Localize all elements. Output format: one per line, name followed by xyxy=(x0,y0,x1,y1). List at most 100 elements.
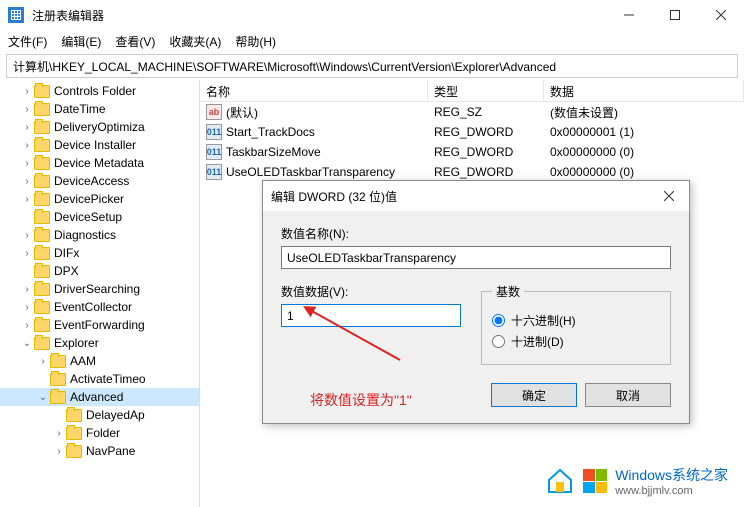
tree-item-folder[interactable]: ›Folder xyxy=(0,424,199,442)
value-name: UseOLEDTaskbarTransparency xyxy=(226,165,395,179)
tree-item-label: Advanced xyxy=(70,390,123,404)
tree-item-label: DeviceAccess xyxy=(54,174,129,188)
address-bar[interactable]: 计算机\HKEY_LOCAL_MACHINE\SOFTWARE\Microsof… xyxy=(6,54,738,78)
tree-twisty-icon[interactable]: › xyxy=(20,284,34,295)
tree-item-controls-folder[interactable]: ›Controls Folder xyxy=(0,82,199,100)
tree-item-device-installer[interactable]: ›Device Installer xyxy=(0,136,199,154)
folder-icon xyxy=(66,445,82,458)
value-type: REG_DWORD xyxy=(428,125,544,139)
maximize-button[interactable] xyxy=(652,0,698,30)
tree-twisty-icon[interactable]: › xyxy=(52,428,66,439)
radio-dec-input[interactable] xyxy=(492,335,505,348)
folder-icon xyxy=(50,373,66,386)
tree-twisty-icon[interactable]: › xyxy=(20,230,34,241)
tree-item-label: DevicePicker xyxy=(54,192,124,206)
list-row[interactable]: ab(默认) REG_SZ(数值未设置) xyxy=(200,102,744,122)
value-name: Start_TrackDocs xyxy=(226,125,315,139)
tree-twisty-icon[interactable]: › xyxy=(20,140,34,151)
tree-twisty-icon[interactable]: › xyxy=(20,104,34,115)
house-icon xyxy=(545,466,575,496)
tree-item-devicepicker[interactable]: › DevicePicker xyxy=(0,190,199,208)
tree-twisty-icon[interactable]: › xyxy=(36,356,50,367)
tree-item-datetime[interactable]: › DateTime xyxy=(0,100,199,118)
tree-item-label: DIFx xyxy=(54,246,79,260)
base-legend: 基数 xyxy=(492,283,524,300)
menu-edit[interactable]: 编辑(E) xyxy=(61,33,101,50)
tree-panel[interactable]: ›Controls Folder›DateTime›DeliveryOptimi… xyxy=(0,80,200,507)
tree-item-dpx[interactable]: DPX xyxy=(0,262,199,280)
ok-button[interactable]: 确定 xyxy=(491,383,577,407)
tree-item-advanced[interactable]: ⌄ Advanced xyxy=(0,388,199,406)
folder-icon xyxy=(50,355,66,368)
tree-item-label: Device Metadata xyxy=(54,156,144,170)
dialog-close-button[interactable] xyxy=(649,181,689,211)
tree-item-devicesetup[interactable]: DeviceSetup xyxy=(0,208,199,226)
tree-item-label: DPX xyxy=(54,264,79,278)
tree-item-device-metadata[interactable]: › Device Metadata xyxy=(0,154,199,172)
tree-item-label: DeliveryOptimiza xyxy=(54,120,145,134)
tree-item-deviceaccess[interactable]: › DeviceAccess xyxy=(0,172,199,190)
value-data: (数值未设置) xyxy=(544,104,744,121)
close-button[interactable] xyxy=(698,0,744,30)
value-type: REG_DWORD xyxy=(428,165,544,179)
folder-icon xyxy=(34,283,50,296)
tree-twisty-icon[interactable]: › xyxy=(20,320,34,331)
tree-item-activatetimeo[interactable]: ActivateTimeo xyxy=(0,370,199,388)
menu-favorites[interactable]: 收藏夹(A) xyxy=(169,33,221,50)
list-row[interactable]: 011UseOLEDTaskbarTransparencyREG_DWORD0x… xyxy=(200,162,744,182)
tree-item-label: DateTime xyxy=(54,102,106,116)
list-header: 名称 类型 数据 xyxy=(200,80,744,102)
dialog-titlebar[interactable]: 编辑 DWORD (32 位)值 xyxy=(263,181,689,211)
tree-item-driversearching[interactable]: ›DriverSearching xyxy=(0,280,199,298)
tree-item-eventcollector[interactable]: ›EventCollector xyxy=(0,298,199,316)
tree-twisty-icon[interactable]: › xyxy=(20,86,34,97)
tree-item-aam[interactable]: ›AAM xyxy=(0,352,199,370)
tree-item-explorer[interactable]: ⌄Explorer xyxy=(0,334,199,352)
radio-hex[interactable]: 十六进制(H) xyxy=(492,312,660,329)
tree-twisty-icon[interactable]: ⌄ xyxy=(20,338,34,349)
tree-twisty-icon[interactable]: › xyxy=(20,302,34,313)
radio-dec[interactable]: 十进制(D) xyxy=(492,333,660,350)
tree-item-deliveryoptimiza[interactable]: › DeliveryOptimiza xyxy=(0,118,199,136)
tree-item-difx[interactable]: › DIFx xyxy=(0,244,199,262)
value-type: REG_SZ xyxy=(428,105,544,119)
tree-item-delayedap[interactable]: DelayedAp xyxy=(0,406,199,424)
tree-twisty-icon[interactable]: › xyxy=(20,122,34,133)
list-row[interactable]: 011TaskbarSizeMoveREG_DWORD0x00000000 (0… xyxy=(200,142,744,162)
folder-icon xyxy=(34,247,50,260)
tree-item-diagnostics[interactable]: ›Diagnostics xyxy=(0,226,199,244)
tree-twisty-icon[interactable]: › xyxy=(20,176,34,187)
tree-twisty-icon[interactable]: › xyxy=(20,194,34,205)
folder-icon xyxy=(34,301,50,314)
folder-icon xyxy=(50,391,66,404)
value-data: 0x00000001 (1) xyxy=(544,125,744,139)
header-type[interactable]: 类型 xyxy=(428,80,544,101)
menu-file[interactable]: 文件(F) xyxy=(8,33,47,50)
tree-item-label: ActivateTimeo xyxy=(70,372,146,386)
tree-twisty-icon[interactable]: › xyxy=(20,158,34,169)
tree-twisty-icon[interactable]: › xyxy=(52,446,66,457)
address-text: 计算机\HKEY_LOCAL_MACHINE\SOFTWARE\Microsof… xyxy=(13,58,556,75)
tree-item-navpane[interactable]: ›NavPane xyxy=(0,442,199,460)
menu-help[interactable]: 帮助(H) xyxy=(235,33,276,50)
dword-value-icon: 011 xyxy=(206,164,222,180)
tree-twisty-icon[interactable]: ⌄ xyxy=(36,392,50,403)
string-value-icon: ab xyxy=(206,104,222,120)
watermark: Windows系统之家 www.bjjmlv.com xyxy=(537,461,736,501)
header-data[interactable]: 数据 xyxy=(544,80,744,101)
list-row[interactable]: 011Start_TrackDocsREG_DWORD0x00000001 (1… xyxy=(200,122,744,142)
radio-dec-label: 十进制(D) xyxy=(511,333,564,350)
folder-icon xyxy=(34,193,50,206)
value-data-input[interactable] xyxy=(281,304,461,327)
tree-twisty-icon[interactable]: › xyxy=(20,248,34,259)
tree-item-eventforwarding[interactable]: › EventForwarding xyxy=(0,316,199,334)
header-name[interactable]: 名称 xyxy=(200,80,428,101)
watermark-brand: Windows系统之家 xyxy=(615,465,728,485)
value-name-label: 数值名称(N): xyxy=(281,225,671,242)
menu-view[interactable]: 查看(V) xyxy=(115,33,155,50)
minimize-button[interactable] xyxy=(606,0,652,30)
cancel-button[interactable]: 取消 xyxy=(585,383,671,407)
radio-hex-input[interactable] xyxy=(492,314,505,327)
tree-item-label: EventForwarding xyxy=(54,318,145,332)
value-name: (默认) xyxy=(226,104,258,121)
